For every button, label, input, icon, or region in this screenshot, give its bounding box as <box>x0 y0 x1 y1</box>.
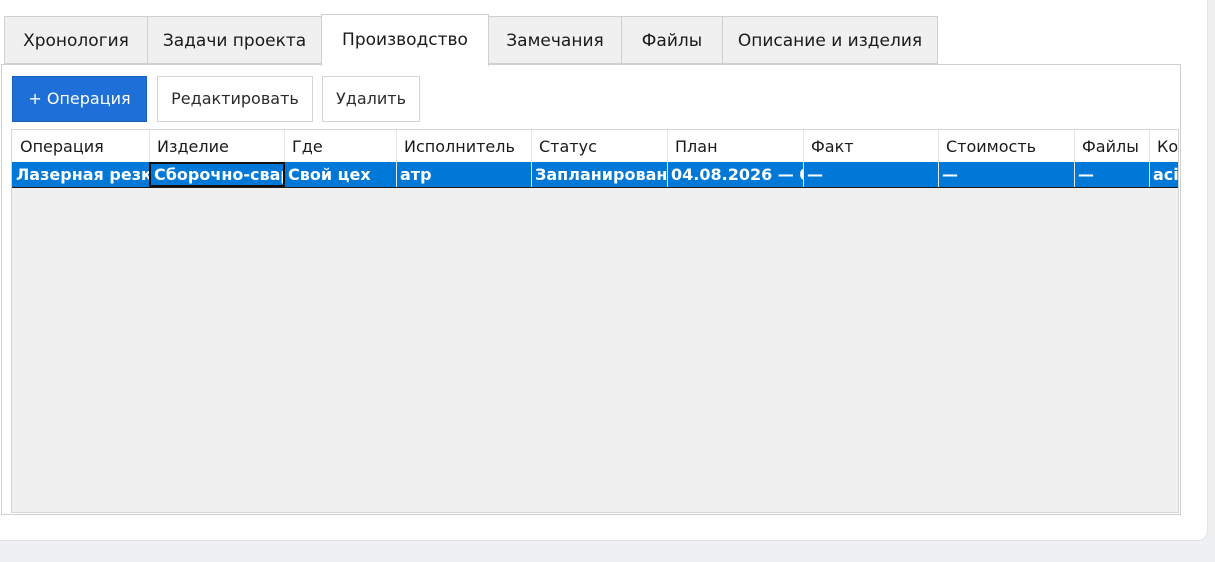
cell-product[interactable]: Сборочно-свар <box>149 162 285 187</box>
cell-comment[interactable]: асі <box>1149 162 1178 187</box>
column-header-files[interactable]: Файлы <box>1074 130 1150 162</box>
operations-grid[interactable]: Операция Изделие Где Исполнитель Статус … <box>11 129 1179 513</box>
add-operation-button[interactable]: + Операция <box>12 76 147 122</box>
cell-cost[interactable]: — <box>938 162 1075 187</box>
column-header-cost[interactable]: Стоимость <box>938 130 1075 162</box>
tab-description-products[interactable]: Описание и изделия <box>722 16 938 64</box>
tab-remarks[interactable]: Замечания <box>488 16 622 64</box>
tab-production[interactable]: Производство <box>321 14 489 66</box>
delete-button[interactable]: Удалить <box>322 76 420 122</box>
column-header-status[interactable]: Статус <box>531 130 668 162</box>
cell-fact[interactable]: — <box>803 162 939 187</box>
column-header-product[interactable]: Изделие <box>149 130 285 162</box>
tab-project-tasks[interactable]: Задачи проекта <box>147 16 322 64</box>
column-header-comment[interactable]: Ко <box>1149 130 1178 162</box>
tab-files[interactable]: Файлы <box>621 16 723 64</box>
edit-button[interactable]: Редактировать <box>157 76 313 122</box>
cell-operation[interactable]: Лазерная резка <box>12 162 150 187</box>
column-header-plan[interactable]: План <box>667 130 804 162</box>
cell-files[interactable]: — <box>1074 162 1150 187</box>
cell-plan[interactable]: 04.08.2026 — 07 <box>667 162 804 187</box>
table-row[interactable]: Лазерная резка Сборочно-свар Свой цех ат… <box>12 162 1178 188</box>
cell-status[interactable]: Запланированс <box>531 162 668 187</box>
cell-location[interactable]: Свой цех <box>284 162 397 187</box>
production-panel: + Операция Редактировать Удалить Операци… <box>1 64 1181 515</box>
tab-chronology[interactable]: Хронология <box>4 16 148 64</box>
content-card: Хронология Задачи проекта Производство З… <box>0 0 1208 541</box>
column-header-fact[interactable]: Факт <box>803 130 939 162</box>
column-header-executor[interactable]: Исполнитель <box>396 130 532 162</box>
grid-header: Операция Изделие Где Исполнитель Статус … <box>12 130 1178 162</box>
cell-executor[interactable]: атр <box>396 162 532 187</box>
column-header-location[interactable]: Где <box>284 130 397 162</box>
column-header-operation[interactable]: Операция <box>12 130 150 162</box>
